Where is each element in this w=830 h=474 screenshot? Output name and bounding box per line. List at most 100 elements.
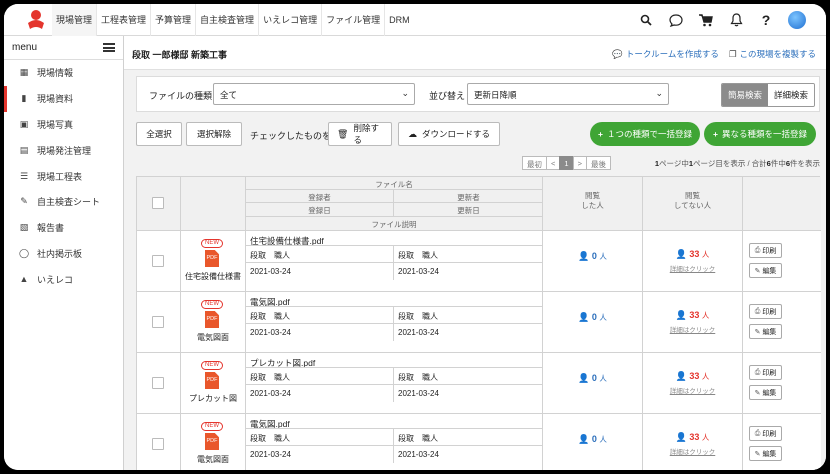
first-page-button[interactable]: 最初 <box>522 156 547 170</box>
viewed-unit: 人 <box>599 252 607 261</box>
detail-link[interactable]: 詳細はクリック <box>643 263 742 273</box>
pdf-icon: PDF <box>205 311 219 328</box>
viewed-count[interactable]: 👤 0 人 <box>543 312 642 323</box>
pdf-file-icon[interactable]: NEW PDF <box>201 300 225 328</box>
row-checkbox[interactable] <box>152 316 164 328</box>
edit-button[interactable]: ✎ 編集 <box>749 263 782 278</box>
printer-icon: ⎙ <box>754 307 761 315</box>
sidebar-item[interactable]: ▦ 現場情報 <box>4 60 123 86</box>
pdf-file-icon[interactable]: NEW PDF <box>201 422 225 450</box>
app-logo-icon[interactable] <box>24 9 48 31</box>
nav-item[interactable]: 予算管理 <box>151 4 197 36</box>
cart-icon[interactable] <box>698 12 714 28</box>
print-button[interactable]: ⎙ 印刷 <box>749 304 782 319</box>
header-checkbox[interactable] <box>152 197 164 209</box>
deselect-button[interactable]: 選択解除 <box>186 122 242 146</box>
not-viewed-count[interactable]: 👤 33 人 <box>643 432 742 443</box>
not-viewed-unit: 人 <box>701 250 710 259</box>
viewed-count[interactable]: 👤 0 人 <box>543 434 642 445</box>
row-checkbox-cell <box>137 414 181 470</box>
row-actions-cell: ⎙ 印刷 ✎ 編集 <box>743 292 821 352</box>
sidebar-item-label: 現場工程表 <box>37 171 83 182</box>
bell-icon[interactable] <box>728 12 744 28</box>
sidebar-item[interactable]: ▣ 現場写真 <box>4 112 123 138</box>
nav-menu: 現場管理 工程表管理 予算管理 自主検査管理 いえレコ管理 ファイル管理 DRM <box>52 4 414 36</box>
help-icon[interactable]: ? <box>758 12 774 28</box>
viewed-count[interactable]: 👤 0 人 <box>543 251 642 262</box>
bulk-register-one-button[interactable]: +１つの種類で一括登録 <box>590 122 700 146</box>
row-checkbox[interactable] <box>152 377 164 389</box>
not-viewed-count[interactable]: 👤 33 人 <box>643 371 742 382</box>
copy-site-link[interactable]: ❐ この現場を複製する <box>729 48 816 60</box>
action-toolbar: 全選択 選択解除 チェックしたものを 🗑 削除する ☁ ダウンロードする +１つの種… <box>136 120 820 150</box>
row-file-cell: 電気図.pdf 段取 職人 段取 職人 2021-03-24 2021-03-2… <box>246 292 543 352</box>
person-icon: 👤 <box>578 434 590 444</box>
nav-item[interactable]: 自主検査管理 <box>196 4 260 36</box>
detail-link[interactable]: 詳細はクリック <box>643 385 742 395</box>
detail-link[interactable]: 詳細はクリック <box>643 324 742 334</box>
simple-search-tab[interactable]: 簡易検索 <box>721 84 768 106</box>
not-viewed-count[interactable]: 👤 33 人 <box>643 310 742 321</box>
nav-item[interactable]: 現場管理 <box>52 4 98 36</box>
select-all-button[interactable]: 全選択 <box>136 122 182 146</box>
row-file-cell: 電気図.pdf 段取 職人 段取 職人 2021-03-24 2021-03-2… <box>246 414 543 470</box>
file-type-select[interactable]: 全て ⌄ <box>213 83 415 105</box>
row-checkbox[interactable] <box>152 255 164 267</box>
detail-search-tab[interactable]: 詳細検索 <box>767 84 814 106</box>
print-button[interactable]: ⎙ 印刷 <box>749 365 782 380</box>
delete-button[interactable]: 🗑 削除する <box>328 122 392 146</box>
create-talk-link[interactable]: 💬 トークルームを作成する <box>612 48 719 60</box>
edit-button[interactable]: ✎ 編集 <box>749 446 782 461</box>
sidebar-item[interactable]: ▤ 現場発注管理 <box>4 137 123 163</box>
sidebar-item[interactable]: ✎ 自主検査シート <box>4 189 123 215</box>
nav-item[interactable]: 工程表管理 <box>97 4 152 36</box>
file-caption: 住宅設備仕様書 <box>185 272 241 281</box>
sort-select[interactable]: 更新日降順 ⌄ <box>467 83 669 105</box>
sidebar-item[interactable]: ▮ 現場資料 <box>4 85 123 112</box>
search-icon[interactable] <box>638 12 654 28</box>
viewed-count[interactable]: 👤 0 人 <box>543 373 642 384</box>
search-mode-toggle: 簡易検索 詳細検索 <box>720 83 815 107</box>
registered-date: 2021-03-24 <box>246 324 394 341</box>
registered-date: 2021-03-24 <box>246 385 394 402</box>
chat-icon: 💬 <box>612 49 623 59</box>
not-viewed-count[interactable]: 👤 33 人 <box>643 249 742 260</box>
nav-icons: ? <box>638 4 806 36</box>
sidebar-item[interactable]: ▧ 報告書 <box>4 215 123 241</box>
detail-link[interactable]: 詳細はクリック <box>643 446 742 456</box>
pdf-file-icon[interactable]: NEW PDF <box>201 239 225 267</box>
updated-date: 2021-03-24 <box>398 267 439 276</box>
row-file-cell: プレカット図.pdf 段取 職人 段取 職人 2021-03-24 2021-0… <box>246 353 543 413</box>
prev-page-button[interactable]: < <box>546 156 561 170</box>
document-icon: ▮ <box>21 93 27 104</box>
updated-date: 2021-03-24 <box>398 328 439 337</box>
nav-item[interactable]: DRM <box>385 4 414 36</box>
hamburger-menu-icon[interactable] <box>103 43 115 52</box>
nav-item[interactable]: ファイル管理 <box>322 4 386 36</box>
edit-button[interactable]: ✎ 編集 <box>749 324 782 339</box>
table-header: ファイル名 登録者 更新者 登録日 更新日 ファイル説明 閲覧 した人 閲覧 し… <box>137 177 821 231</box>
print-button[interactable]: ⎙ 印刷 <box>749 426 782 441</box>
current-page[interactable]: 1 <box>559 156 574 170</box>
copy-icon: ❐ <box>728 49 737 59</box>
edit-button[interactable]: ✎ 編集 <box>749 385 782 400</box>
sidebar-item[interactable]: ◯ 社内掲示板 <box>4 241 123 267</box>
main-content: 段取 一郎様邸 新築工事 💬 トークルームを作成する ❐ この現場を複製する ファイ… <box>124 36 826 470</box>
sidebar-item[interactable]: ▲ いえレコ <box>4 266 123 292</box>
header-updated-date: 更新日 <box>394 203 543 217</box>
download-button[interactable]: ☁ ダウンロードする <box>398 122 500 146</box>
next-page-button[interactable]: > <box>572 156 587 170</box>
last-page-button[interactable]: 最後 <box>585 156 611 170</box>
avatar[interactable] <box>788 11 806 29</box>
print-button[interactable]: ⎙ 印刷 <box>749 243 782 258</box>
sidebar-item[interactable]: ☰ 現場工程表 <box>4 163 123 189</box>
page-info-text-d: 件を表示 <box>790 159 820 168</box>
pdf-file-icon[interactable]: NEW PDF <box>201 361 225 389</box>
registered-by: 段取 職人 <box>246 368 394 385</box>
page-title: 段取 一郎様邸 新築工事 <box>132 50 228 60</box>
chat-icon[interactable] <box>668 12 684 28</box>
nav-item[interactable]: いえレコ管理 <box>259 4 323 36</box>
person-icon: 👤 <box>578 251 590 261</box>
bulk-register-multi-button[interactable]: + 異なる種類を一括登録 <box>704 122 816 146</box>
row-checkbox[interactable] <box>152 438 164 450</box>
